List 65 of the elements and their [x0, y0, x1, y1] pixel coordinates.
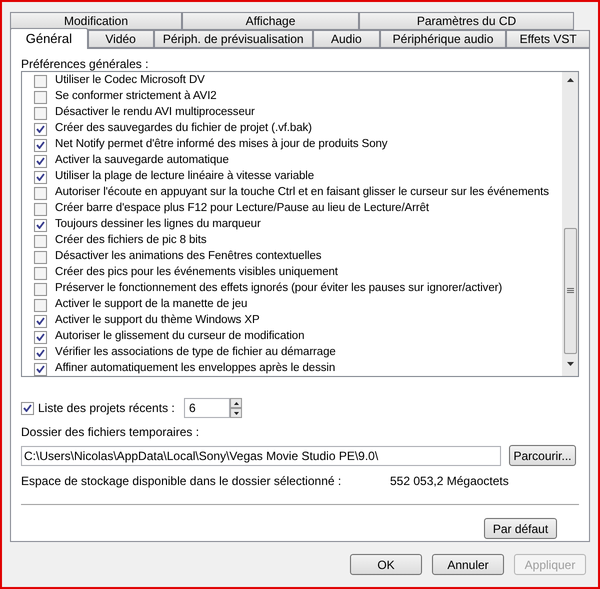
checkbox[interactable]: [34, 154, 47, 168]
checkbox[interactable]: [34, 186, 47, 200]
option-label: Désactiver le rendu AVI multiprocesseur: [55, 105, 255, 120]
checkbox[interactable]: [34, 234, 47, 248]
checkbox[interactable]: [34, 106, 47, 120]
checkbox[interactable]: [34, 298, 47, 312]
grip-icon: [566, 288, 574, 294]
option-label: Créer des pics pour les événements visibles uniquement: [55, 265, 338, 280]
option-label: Utiliser la plage de lecture linéaire à vitesse variable: [55, 169, 314, 184]
checkbox[interactable]: [34, 74, 47, 88]
checkbox[interactable]: [34, 218, 47, 232]
default-button[interactable]: Par défaut: [484, 518, 557, 539]
tab[interactable]: Modification: [10, 12, 182, 30]
option-label: Autoriser le glissement du curseur de modification: [55, 329, 304, 344]
spin-down-icon[interactable]: [230, 408, 242, 418]
option-label: Préserver le fonctionnement des effets ignorés (pour éviter les pauses sur ignorer/activer): [55, 281, 502, 296]
dialog-button[interactable]: Annuler: [432, 554, 504, 575]
checkbox[interactable]: [34, 170, 47, 184]
option-label: Créer barre d'espace plus F12 pour Lecture/Pause au lieu de Lecture/Arrêt: [55, 201, 429, 216]
tab[interactable]: Audio: [312, 30, 380, 48]
tab[interactable]: Vidéo: [88, 30, 154, 48]
scroll-up-icon[interactable]: [566, 78, 574, 82]
option-label: Activer le support de la manette de jeu: [55, 297, 248, 312]
checkbox[interactable]: [34, 266, 47, 280]
option-label: Toujours dessiner les lignes du marqueur: [55, 217, 261, 232]
checkbox[interactable]: [34, 250, 47, 264]
storage-label: Espace de stockage disponible dans le dossier sélectionné :: [21, 473, 342, 490]
checkbox[interactable]: [34, 202, 47, 216]
option-label: Créer des fichiers de pic 8 bits: [55, 233, 206, 248]
scrollbar[interactable]: [562, 72, 578, 376]
checkbox[interactable]: [34, 90, 47, 104]
checkbox[interactable]: [34, 362, 47, 376]
temp-folder-field[interactable]: C:\Users\Nicolas\AppData\Local\Sony\Vegas Movie Studio PE\9.0\: [21, 446, 501, 466]
temp-folder-label: Dossier des fichiers temporaires :: [21, 424, 200, 441]
option-label: Autoriser l'écoute en appuyant sur la touche Ctrl et en faisant glisser le curseur sur les événements: [55, 185, 549, 200]
scroll-thumb[interactable]: [564, 228, 576, 354]
option-label: Activer la sauvegarde automatique: [55, 153, 229, 168]
checkbox[interactable]: [34, 346, 47, 360]
tab[interactable]: Effets VST: [506, 30, 590, 48]
option-label: Utiliser le Codec Microsoft DV: [55, 73, 205, 88]
browse-button[interactable]: Parcourir...: [509, 445, 576, 466]
tab[interactable]: Affichage: [182, 12, 359, 30]
tab[interactable]: Périph. de prévisualisation: [154, 30, 313, 48]
checkbox[interactable]: [34, 138, 47, 152]
dialog-button[interactable]: OK: [350, 554, 422, 575]
scroll-down-icon[interactable]: [566, 362, 574, 366]
checkbox[interactable]: [34, 282, 47, 296]
tab[interactable]: Périphérique audio: [380, 30, 506, 48]
checkbox[interactable]: [34, 314, 47, 328]
tab[interactable]: Général: [10, 28, 88, 49]
option-label: Se conformer strictement à AVI2: [55, 89, 217, 104]
checkbox[interactable]: [21, 402, 34, 414]
checkbox[interactable]: [34, 122, 47, 136]
option-label: Créer des sauvegardes du fichier de projet (.vf.bak): [55, 121, 312, 136]
option-label: Affiner automatiquement les enveloppes après le dessin: [55, 361, 336, 376]
option-label: Vérifier les associations de type de fichier au démarrage: [55, 345, 336, 360]
storage-value: 552 053,2 Mégaoctets: [390, 473, 509, 490]
option-label: Net Notify permet d'être informé des mises à jour de produits Sony: [55, 137, 388, 152]
recent-projects-label: Liste des projets récents :: [38, 400, 176, 417]
checkbox[interactable]: [34, 330, 47, 344]
spin-up-icon[interactable]: [230, 398, 242, 408]
group-label: Préférences générales :: [21, 56, 150, 71]
tab[interactable]: Paramètres du CD: [359, 12, 574, 30]
option-label: Désactiver les animations des Fenêtres contextuelles: [55, 249, 322, 264]
option-label: Activer le support du thème Windows XP: [55, 313, 260, 328]
